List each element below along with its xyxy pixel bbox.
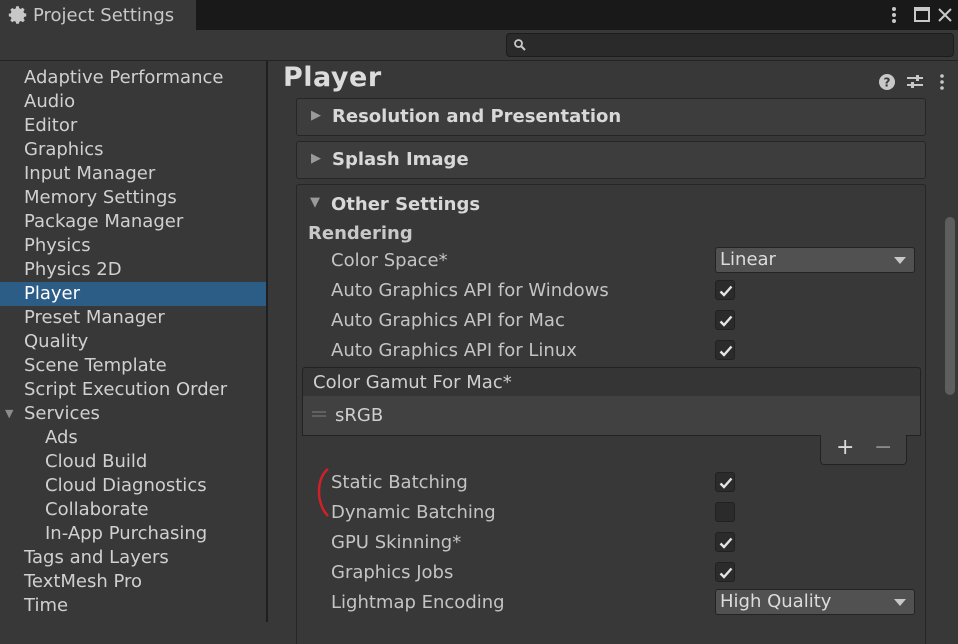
auto-graphics-api-linux-checkbox[interactable]: [715, 340, 735, 360]
maximize-icon[interactable]: [912, 4, 932, 26]
dropdown-arrow-icon: [894, 599, 906, 606]
sidebar-item-ads[interactable]: Ads: [0, 426, 266, 450]
sidebar-item-physics[interactable]: Physics: [0, 234, 266, 258]
graphics-jobs-label: Graphics Jobs: [331, 562, 454, 583]
sidebar-item-audio[interactable]: Audio: [0, 90, 266, 114]
window-title: Project Settings: [33, 4, 175, 26]
section-resolution-and-presentation[interactable]: ▶ Resolution and Presentation: [296, 98, 926, 136]
sidebar-item-memory-settings[interactable]: Memory Settings: [0, 186, 266, 210]
auto-graphics-api-linux-label: Auto Graphics API for Linux: [331, 340, 577, 361]
static-batching-label: Static Batching: [331, 472, 468, 493]
sidebar-item-player[interactable]: Player: [0, 282, 266, 306]
help-icon[interactable]: ?: [878, 73, 896, 91]
sidebar-item-collaborate[interactable]: Collaborate: [0, 498, 266, 522]
sidebar-item-time[interactable]: Time: [0, 594, 266, 618]
list-item[interactable]: sRGB: [303, 396, 920, 434]
project-settings-tab[interactable]: Project Settings: [0, 0, 196, 30]
sidebar-item-graphics[interactable]: Graphics: [0, 138, 266, 162]
collapsed-triangle-icon: ▶: [311, 151, 321, 166]
color-space-dropdown[interactable]: Linear: [715, 247, 915, 273]
sidebar-item-quality[interactable]: Quality: [0, 330, 266, 354]
dynamic-batching-checkbox[interactable]: [715, 502, 735, 522]
checkmark-icon: [719, 285, 733, 297]
dynamic-batching-label: Dynamic Batching: [331, 502, 496, 523]
player-settings-panel: Player ? ▶ Resolution and Presentation ▶…: [268, 61, 958, 644]
sidebar-item-script-execution-order[interactable]: Script Execution Order: [0, 378, 266, 402]
expanded-triangle-icon[interactable]: ▼: [310, 195, 320, 210]
static-batching-checkbox[interactable]: [715, 472, 735, 492]
preset-sliders-icon[interactable]: [906, 73, 924, 91]
add-item-button[interactable]: +: [836, 435, 854, 460]
sidebar-item-editor[interactable]: Editor: [0, 114, 266, 138]
search-toolbar: [0, 30, 958, 61]
sidebar-item-tags-and-layers[interactable]: Tags and Layers: [0, 546, 266, 570]
checkmark-icon: [719, 567, 733, 579]
color-space-label: Color Space*: [331, 250, 448, 271]
sidebar-item-cloud-diagnostics[interactable]: Cloud Diagnostics: [0, 474, 266, 498]
color-gamut-list: sRGB: [302, 396, 921, 436]
vertical-scrollbar[interactable]: [942, 101, 958, 622]
rendering-heading: Rendering: [308, 223, 413, 244]
lightmap-encoding-label: Lightmap Encoding: [331, 592, 505, 613]
drag-handle-icon[interactable]: [311, 410, 327, 418]
sidebar-item-physics-2d[interactable]: Physics 2D: [0, 258, 266, 282]
lightmap-encoding-dropdown[interactable]: High Quality: [715, 589, 915, 615]
gear-icon: [8, 6, 27, 24]
sidebar-item-scene-template[interactable]: Scene Template: [0, 354, 266, 378]
auto-graphics-api-mac-label: Auto Graphics API for Mac: [331, 310, 565, 331]
other-settings-header[interactable]: Other Settings: [331, 194, 480, 215]
sidebar-item-cloud-build[interactable]: Cloud Build: [0, 450, 266, 474]
list-footer: + −: [820, 435, 907, 465]
checkmark-icon: [719, 315, 733, 327]
gpu-skinning-checkbox[interactable]: [715, 532, 735, 552]
sidebar-item-package-manager[interactable]: Package Manager: [0, 210, 266, 234]
auto-graphics-api-windows-label: Auto Graphics API for Windows: [331, 280, 609, 301]
sidebar-item-services[interactable]: ▼ Services: [0, 402, 266, 426]
annotation-arc: [317, 468, 329, 517]
sidebar-item-preset-manager[interactable]: Preset Manager: [0, 306, 266, 330]
sidebar-item-textmesh-pro[interactable]: TextMesh Pro: [0, 570, 266, 594]
collapsed-triangle-icon: ▶: [311, 108, 321, 123]
window-tab-bar: Project Settings: [0, 0, 958, 30]
dropdown-arrow-icon: [894, 257, 906, 264]
sidebar-item-adaptive-performance[interactable]: Adaptive Performance: [0, 66, 266, 90]
more-options-icon[interactable]: [886, 4, 902, 26]
checkmark-icon: [719, 345, 733, 357]
search-icon: [514, 39, 526, 51]
color-gamut-list-header: Color Gamut For Mac*: [302, 367, 921, 397]
scrollbar-thumb[interactable]: [945, 217, 955, 395]
more-options-icon[interactable]: [936, 73, 948, 91]
graphics-jobs-checkbox[interactable]: [715, 562, 735, 582]
expand-triangle-icon[interactable]: ▼: [5, 402, 13, 426]
checkmark-icon: [719, 477, 733, 489]
gpu-skinning-label: GPU Skinning*: [331, 532, 462, 553]
svg-text:?: ?: [884, 76, 891, 90]
search-input[interactable]: [506, 33, 954, 57]
remove-item-button[interactable]: −: [874, 435, 892, 460]
section-splash-image[interactable]: ▶ Splash Image: [296, 141, 926, 179]
page-title: Player: [283, 62, 382, 93]
checkmark-icon: [719, 537, 733, 549]
auto-graphics-api-windows-checkbox[interactable]: [715, 280, 735, 300]
settings-sidebar: Adaptive Performance Audio Editor Graphi…: [0, 61, 266, 622]
close-icon[interactable]: [936, 4, 954, 26]
auto-graphics-api-mac-checkbox[interactable]: [715, 310, 735, 330]
sidebar-item-in-app-purchasing[interactable]: In-App Purchasing: [0, 522, 266, 546]
sidebar-item-input-manager[interactable]: Input Manager: [0, 162, 266, 186]
